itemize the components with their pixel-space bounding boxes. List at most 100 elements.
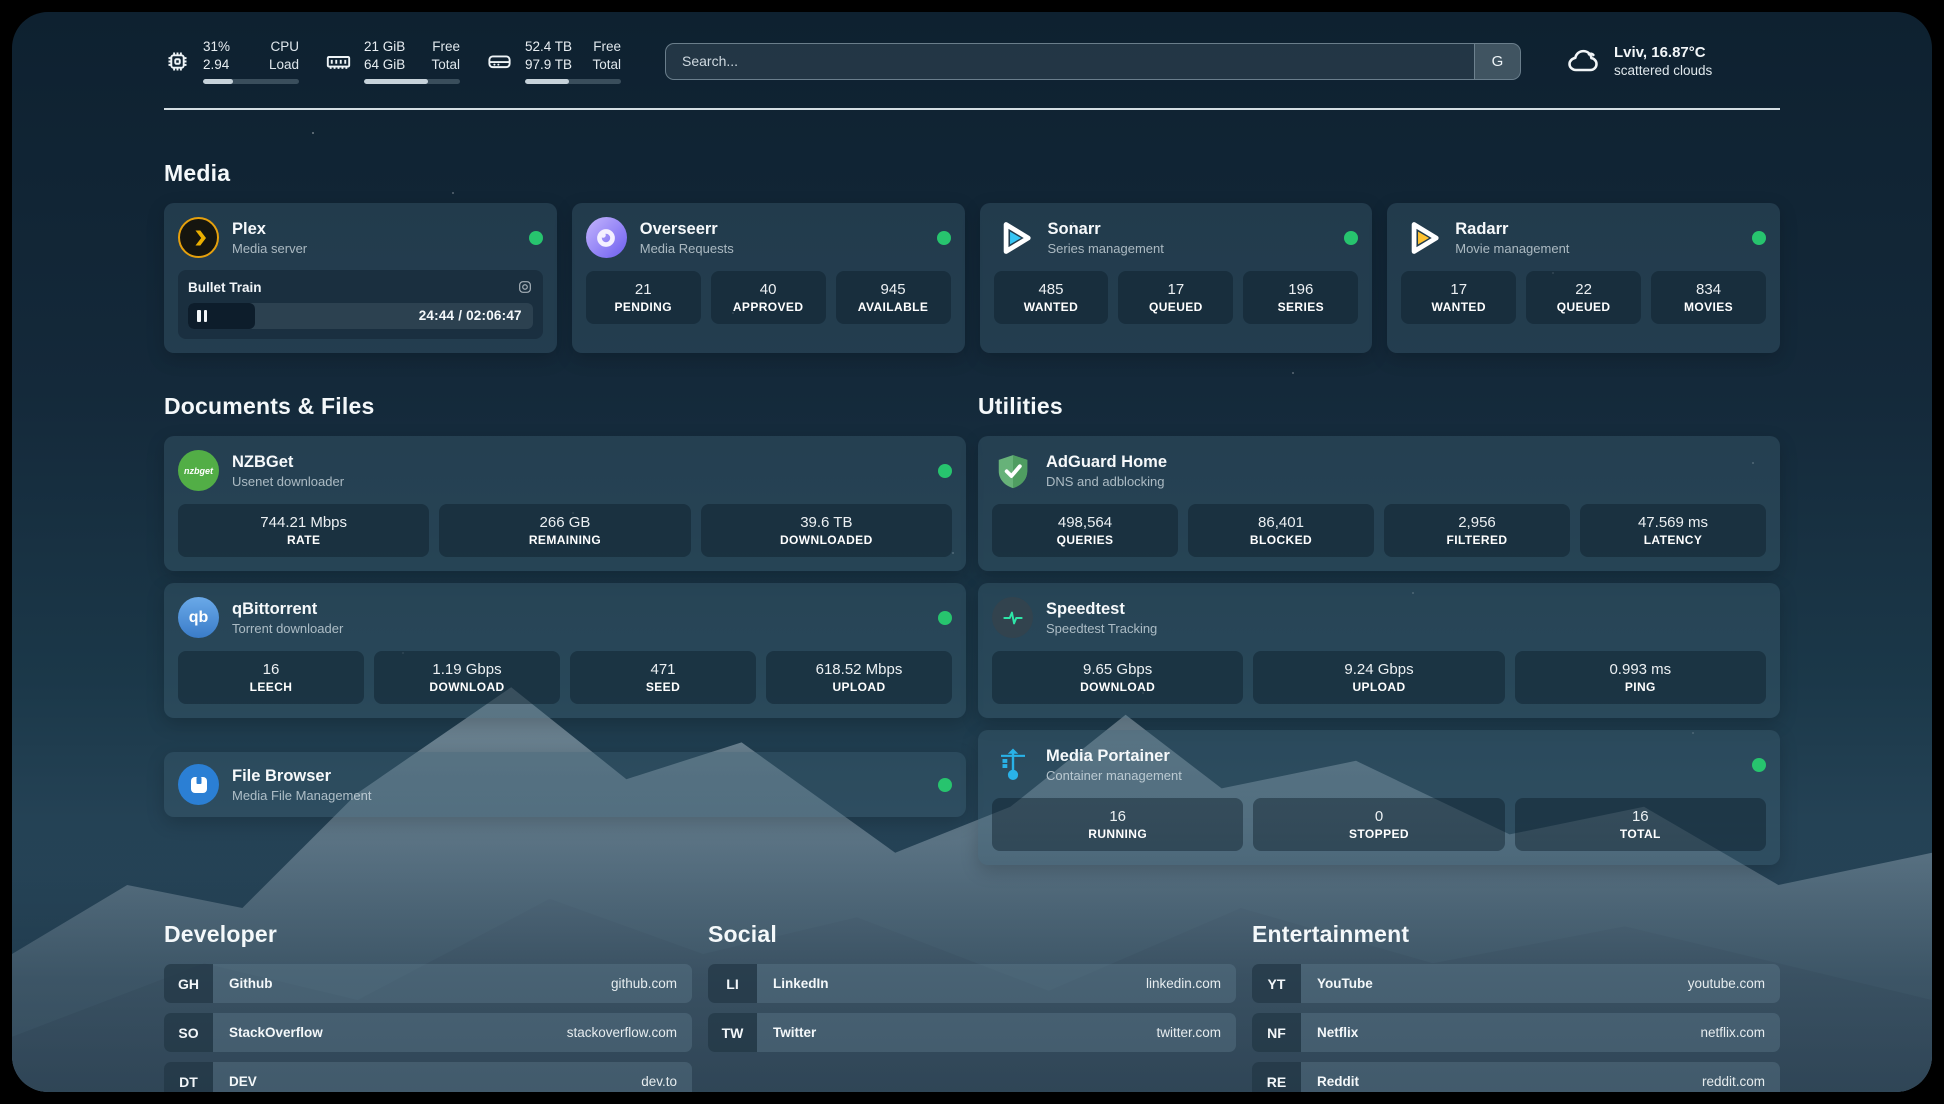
adguard-stat-latency: 47.569 ms LATENCY [1580,504,1766,557]
overseerr-stat-available: 945 AVAILABLE [836,271,951,324]
ram-free-value: 21 GiB [364,38,405,56]
netflix-abbr: NF [1252,1013,1301,1052]
sonarr-app-link[interactable]: Sonarr Series management [994,217,1359,258]
portainer-title: Media Portainer [1046,746,1182,767]
twitter-abbr: TW [708,1013,757,1052]
playback-progress-track[interactable]: 24:44 / 02:06:47 [188,303,533,329]
search-bar: G [665,43,1521,80]
adguard-stat-blocked: 86,401 BLOCKED [1188,504,1374,557]
youtube-abbr: YT [1252,964,1301,1003]
bookmark-youtube[interactable]: YT YouTube youtube.com [1252,964,1780,1003]
section-title-media: Media [164,160,1780,187]
qbittorrent-title: qBittorrent [232,599,343,620]
disk-label-top: Free [592,38,621,56]
adguard-subtitle: DNS and adblocking [1046,473,1167,490]
cpu-progress-fill [203,79,233,84]
card-nzbget: nzbget NZBGet Usenet downloader 744.21 M… [164,436,966,571]
ram-icon [325,48,352,75]
ram-label-top: Free [431,38,460,56]
ram-progress-track [364,79,460,84]
bookmark-reddit[interactable]: RE Reddit reddit.com [1252,1062,1780,1092]
section-title-entertainment: Entertainment [1252,921,1780,948]
search-engine-button[interactable]: G [1474,44,1520,79]
bookmark-twitter[interactable]: TW Twitter twitter.com [708,1013,1236,1052]
cpu-usage-value: 31% [203,38,230,56]
portainer-icon [992,744,1033,785]
github-abbr: GH [164,964,213,1003]
disk-metric: 52.4 TB 97.9 TB Free Total [486,38,621,84]
pause-icon[interactable] [197,310,207,322]
portainer-app-link[interactable]: Media Portainer Container management [992,744,1766,785]
section-title-social: Social [708,921,1236,948]
adguard-icon [992,450,1033,491]
bookmark-dev[interactable]: DT DEV dev.to [164,1062,692,1092]
nzbget-app-link[interactable]: nzbget NZBGet Usenet downloader [178,450,952,491]
qbittorrent-status-dot [938,611,952,625]
sonarr-stat-wanted: 485 WANTED [994,271,1109,324]
sonarr-subtitle: Series management [1048,240,1164,257]
weather-location-temp: Lviv, 16.87°C [1614,43,1712,62]
nzbget-status-dot [938,464,952,478]
bookmark-stackoverflow[interactable]: SO StackOverflow stackoverflow.com [164,1013,692,1052]
plex-title: Plex [232,219,307,240]
cpu-progress-track [203,79,299,84]
nzbget-title: NZBGet [232,452,344,473]
cloud-icon [1565,43,1601,79]
sonarr-stat-series: 196 SERIES [1243,271,1358,324]
system-metrics: 31% 2.94 CPU Load [164,38,621,84]
qbittorrent-stat-upload: 618.52 Mbps UPLOAD [766,651,952,704]
cpu-load-value: 2.94 [203,56,230,74]
card-sonarr: Sonarr Series management 485 WANTED 17 Q… [980,203,1373,353]
card-overseerr: Overseerr Media Requests 21 PENDING 40 A… [572,203,965,353]
filebrowser-app-link[interactable]: File Browser Media File Management [178,764,952,805]
card-adguard: AdGuard Home DNS and adblocking 498,564 … [978,436,1780,571]
disk-progress-track [525,79,621,84]
portainer-stat-running: 16 RUNNING [992,798,1243,851]
filebrowser-icon [178,764,219,805]
nzbget-stat-remaining: 266 GB REMAINING [439,504,690,557]
ram-total-value: 64 GiB [364,56,405,74]
section-developer: Developer GH Github github.com SO StackO… [164,921,692,1092]
section-title-developer: Developer [164,921,692,948]
overseerr-stat-pending: 21 PENDING [586,271,701,324]
nzbget-icon: nzbget [178,450,219,491]
section-media: Media Plex Media server [164,160,1780,353]
bookmark-linkedin[interactable]: LI LinkedIn linkedin.com [708,964,1236,1003]
section-social: Social LI LinkedIn linkedin.com TW Twitt… [708,921,1236,1092]
portainer-stat-stopped: 0 STOPPED [1253,798,1504,851]
plex-app-link[interactable]: Plex Media server [178,217,543,258]
disk-progress-fill [525,79,569,84]
filebrowser-subtitle: Media File Management [232,787,371,804]
cpu-icon [164,48,191,75]
ram-label-bottom: Total [431,56,460,74]
overseerr-title: Overseerr [640,219,734,240]
search-input[interactable] [666,44,1474,79]
qbittorrent-app-link[interactable]: qb qBittorrent Torrent downloader [178,597,952,638]
portainer-subtitle: Container management [1046,767,1182,784]
radarr-status-dot [1752,231,1766,245]
radarr-subtitle: Movie management [1455,240,1569,257]
section-title-utilities: Utilities [978,393,1780,420]
portainer-status-dot [1752,758,1766,772]
disk-label-bottom: Total [592,56,621,74]
radarr-stat-wanted: 17 WANTED [1401,271,1516,324]
bookmark-netflix[interactable]: NF Netflix netflix.com [1252,1013,1780,1052]
disk-free-value: 52.4 TB [525,38,572,56]
dashboard-window: 31% 2.94 CPU Load [12,12,1932,1092]
header-divider [164,108,1780,110]
card-filebrowser: File Browser Media File Management [164,752,966,817]
overseerr-app-link[interactable]: Overseerr Media Requests [586,217,951,258]
card-radarr: Radarr Movie management 17 WANTED 22 QUE… [1387,203,1780,353]
speedtest-app-link[interactable]: Speedtest Speedtest Tracking [992,597,1766,638]
section-utilities: Utilities [978,393,1780,865]
card-plex: Plex Media server Bullet Train [164,203,557,353]
radarr-app-link[interactable]: Radarr Movie management [1401,217,1766,258]
section-entertainment: Entertainment YT YouTube youtube.com NF … [1252,921,1780,1092]
qbittorrent-subtitle: Torrent downloader [232,620,343,637]
adguard-stat-filtered: 2,956 FILTERED [1384,504,1570,557]
adguard-app-link[interactable]: AdGuard Home DNS and adblocking [992,450,1766,491]
overseerr-status-dot [937,231,951,245]
nzbget-subtitle: Usenet downloader [232,473,344,490]
bookmark-github[interactable]: GH Github github.com [164,964,692,1003]
ram-metric: 21 GiB 64 GiB Free Total [325,38,460,84]
